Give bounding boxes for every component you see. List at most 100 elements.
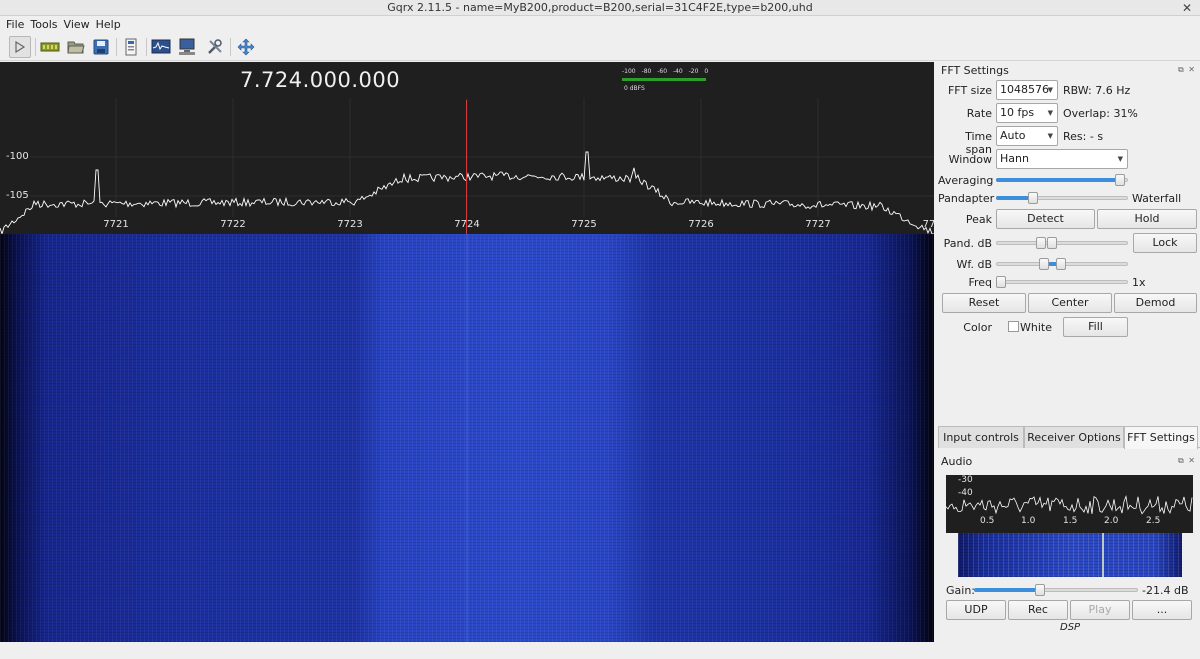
tab-receiver-options[interactable]: Receiver Options	[1024, 426, 1124, 448]
window-value: Hann	[1000, 152, 1029, 165]
detect-button[interactable]: Detect	[996, 209, 1095, 229]
white-label: White	[1020, 321, 1052, 334]
x-axis-label: 7722	[220, 219, 246, 230]
slider-handle[interactable]	[996, 276, 1006, 288]
wf-db-range-slider[interactable]	[996, 257, 1128, 271]
menu-file[interactable]: File	[3, 16, 27, 33]
network-icon[interactable]	[177, 36, 199, 58]
window-title: Gqrx 2.11.5 - name=MyB200,product=B200,s…	[387, 1, 813, 14]
toolbar-separator	[35, 38, 36, 56]
slider-handle-max[interactable]	[1056, 258, 1066, 270]
gain-value: -21.4 dB	[1142, 584, 1189, 597]
hardware-icon[interactable]	[39, 36, 61, 58]
udp-button[interactable]: UDP	[946, 600, 1006, 620]
audio-options-button[interactable]: ...	[1132, 600, 1192, 620]
toolbar	[0, 33, 1200, 61]
window-close-icon[interactable]: ✕	[1180, 0, 1194, 16]
audio-x-label: 2.0	[1104, 516, 1119, 526]
tab-input-controls[interactable]: Input controls	[938, 426, 1024, 448]
pandapter-waterfall-split-slider[interactable]	[996, 191, 1128, 205]
pand-db-label: Pand. dB	[943, 237, 992, 250]
slider-handle[interactable]	[1028, 192, 1038, 204]
fft-size-select[interactable]: 1048576 ▼	[996, 80, 1058, 100]
slider-handle[interactable]	[1035, 584, 1045, 596]
peak-label: Peak	[965, 213, 992, 226]
x-axis-label: 7723	[337, 219, 363, 230]
center-button[interactable]: Center	[1028, 293, 1112, 313]
chevron-down-icon: ▼	[1047, 109, 1053, 117]
toolbar-separator	[230, 38, 231, 56]
fullscreen-icon[interactable]	[235, 36, 257, 58]
rate-value: 10 fps	[1000, 106, 1035, 119]
time-span-select[interactable]: Auto ▼	[996, 126, 1058, 146]
meter-unit: 0 dBFS	[624, 85, 645, 92]
save-icon[interactable]	[90, 36, 112, 58]
fill-button[interactable]: Fill	[1063, 317, 1128, 337]
averaging-label: Averaging	[938, 174, 994, 187]
open-file-icon[interactable]	[65, 36, 87, 58]
res-readout: Res: - s	[1063, 130, 1104, 143]
tools-icon[interactable]	[204, 36, 226, 58]
freq-zoom-value: 1x	[1132, 276, 1146, 289]
hold-button[interactable]: Hold	[1097, 209, 1197, 229]
audio-x-label: 1.5	[1063, 516, 1078, 526]
color-label: Color	[963, 321, 992, 334]
spectrum-grid	[30, 98, 934, 217]
freq-zoom-slider[interactable]	[996, 275, 1128, 289]
x-axis-label: 7725	[571, 219, 597, 230]
play-button[interactable]: Play	[1070, 600, 1130, 620]
pandapter[interactable]: 7.724.000.000 -100 -80 -60 -40 -20 0 0 d…	[0, 62, 934, 234]
chevron-down-icon: ▼	[1047, 132, 1053, 140]
slider-handle-min[interactable]	[1039, 258, 1049, 270]
tab-fft-settings[interactable]: FFT Settings	[1124, 426, 1198, 449]
chevron-down-icon: ▼	[1117, 155, 1123, 163]
reset-button[interactable]: Reset	[942, 293, 1026, 313]
audio-x-label: 0.5	[980, 516, 995, 526]
rate-select[interactable]: 10 fps ▼	[996, 103, 1058, 123]
y-axis-label: -105	[6, 190, 29, 201]
waterfall-label: Waterfall	[1132, 192, 1182, 205]
menu-view[interactable]: View	[61, 16, 93, 33]
overlap-readout: Overlap: 31%	[1063, 107, 1138, 120]
meter-bar	[622, 78, 706, 81]
toolbar-separator	[116, 38, 117, 56]
slider-fill	[996, 178, 1120, 182]
audio-waterfall-highlight	[1102, 533, 1104, 577]
waterfall-display[interactable]	[0, 234, 934, 642]
waterfall-center-line	[466, 234, 468, 642]
menu-tools[interactable]: Tools	[27, 16, 60, 33]
slider-track	[996, 241, 1128, 245]
slider-handle[interactable]	[1115, 174, 1125, 186]
signal-level-meter: -100 -80 -60 -40 -20 0 0 dBFS	[620, 68, 712, 96]
right-dock: FFT Settings ⧉ ✕ FFT size 1048576 ▼ RBW: …	[936, 62, 1200, 642]
x-axis-label: 7724	[454, 219, 480, 230]
audio-waterfall	[958, 533, 1182, 577]
rec-button[interactable]: Rec	[1008, 600, 1068, 620]
averaging-slider[interactable]	[996, 173, 1128, 187]
slider-fill	[974, 588, 1040, 592]
x-axis-label: 7727	[805, 219, 831, 230]
slider-handle-max[interactable]	[1047, 237, 1057, 249]
dock-float-close-icons[interactable]: ⧉ ✕	[1178, 456, 1196, 466]
slider-handle-min[interactable]	[1036, 237, 1046, 249]
demod-button[interactable]: Demod	[1114, 293, 1197, 313]
white-checkbox[interactable]	[1008, 321, 1019, 332]
dock-float-close-icons[interactable]: ⧉ ✕	[1178, 65, 1196, 75]
lock-button[interactable]: Lock	[1133, 233, 1197, 253]
spectrum-plot-svg	[0, 98, 934, 234]
center-frequency-readout[interactable]: 7.724.000.000	[240, 68, 400, 92]
window-select[interactable]: Hann ▼	[996, 149, 1128, 169]
spectrum-view[interactable]: 7.724.000.000 -100 -80 -60 -40 -20 0 0 d…	[0, 62, 934, 642]
menu-help[interactable]: Help	[93, 16, 124, 33]
x-axis-label: 77	[922, 219, 934, 230]
fft-icon[interactable]	[150, 36, 172, 58]
audio-fft-plot[interactable]: -30 -40 0.5 1.0 1.5 2.0 2.5	[946, 475, 1193, 533]
remote-icon[interactable]	[120, 36, 142, 58]
pand-db-range-slider[interactable]	[996, 236, 1128, 250]
play-icon[interactable]	[9, 36, 31, 58]
audio-gain-slider[interactable]	[974, 583, 1138, 597]
statusbar	[0, 642, 1200, 659]
audio-title: Audio	[941, 455, 973, 468]
meter-scale: -100 -80 -60 -40 -20 0	[622, 68, 709, 75]
audio-fft-trace	[946, 495, 1193, 515]
